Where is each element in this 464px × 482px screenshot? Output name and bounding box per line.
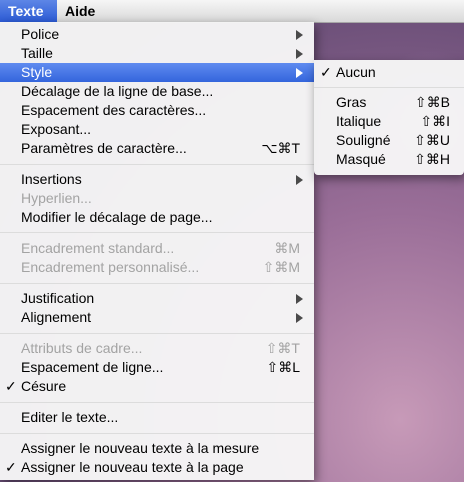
shortcut-label: ⇧⌘H <box>414 151 450 167</box>
menu-item-attributs-cadre: Attributs de cadre... ⇧⌘T <box>0 339 314 358</box>
checkmark-icon: ✓ <box>5 459 17 475</box>
menu-separator <box>0 164 314 165</box>
submenu-arrow-icon <box>296 68 303 78</box>
menubar-aide[interactable]: Aide <box>57 0 103 22</box>
checkmark-icon: ✓ <box>5 378 17 394</box>
menu-separator <box>0 333 314 334</box>
menu-item-assigner-mesure[interactable]: Assigner le nouveau texte à la mesure <box>0 439 314 458</box>
style-submenu: ✓ Aucun Gras ⇧⌘B Italique ⇧⌘I Souligné ⇧⌘U M… <box>314 60 464 175</box>
menu-item-assigner-page[interactable]: ✓ Assigner le nouveau texte à la page <box>0 458 314 477</box>
submenu-arrow-icon <box>296 30 303 40</box>
menu-item-label: Police <box>21 26 60 42</box>
menu-item-label: Modifier le décalage de page... <box>21 209 213 225</box>
submenu-item-aucun[interactable]: ✓ Aucun <box>314 63 464 82</box>
menu-item-label: Justification <box>21 290 95 306</box>
submenu-item-souligne[interactable]: Souligné ⇧⌘U <box>314 131 464 150</box>
submenu-arrow-icon <box>296 175 303 185</box>
menu-item-encadrement-personnalise: Encadrement personnalisé... ⇧⌘M <box>0 258 314 277</box>
texte-menu: Police Taille Style Décalage de la ligne… <box>0 22 314 480</box>
submenu-item-label: Masqué <box>336 151 386 167</box>
submenu-arrow-icon <box>296 313 303 323</box>
shortcut-label: ⇧⌘L <box>266 359 300 375</box>
menu-item-label: Assigner le nouveau texte à la page <box>21 459 244 475</box>
menu-item-label: Paramètres de caractère... <box>21 140 187 156</box>
menu-item-label: Alignement <box>21 309 92 325</box>
menu-item-encadrement-standard: Encadrement standard... ⌘M <box>0 239 314 258</box>
menu-separator <box>0 402 314 403</box>
menu-item-label: Espacement des caractères... <box>21 102 207 118</box>
menu-item-label: Décalage de la ligne de base... <box>21 83 214 99</box>
shortcut-label: ⇧⌘I <box>420 113 450 129</box>
shortcut-label: ⇧⌘T <box>265 340 300 356</box>
menu-item-espacement-ligne[interactable]: Espacement de ligne... ⇧⌘L <box>0 358 314 377</box>
submenu-item-label: Italique <box>336 113 382 129</box>
menu-item-exposant[interactable]: Exposant... <box>0 120 314 139</box>
shortcut-label: ⇧⌘U <box>414 132 450 148</box>
shortcut-label: ⌘M <box>274 240 300 256</box>
menu-item-label: Style <box>21 64 53 80</box>
menu-item-cesure[interactable]: ✓ Césure <box>0 377 314 396</box>
menu-item-editer-texte[interactable]: Editer le texte... <box>0 408 314 427</box>
menu-item-insertions[interactable]: Insertions <box>0 170 314 189</box>
submenu-item-italique[interactable]: Italique ⇧⌘I <box>314 112 464 131</box>
shortcut-label: ⌥⌘T <box>261 140 300 156</box>
menu-item-label: Exposant... <box>21 121 92 137</box>
menu-item-label: Taille <box>21 45 53 61</box>
menu-item-decalage-ligne-base[interactable]: Décalage de la ligne de base... <box>0 82 314 101</box>
menu-separator <box>0 433 314 434</box>
submenu-item-masque[interactable]: Masqué ⇧⌘H <box>314 150 464 169</box>
menu-item-label: Encadrement personnalisé... <box>21 259 200 275</box>
menu-item-label: Assigner le nouveau texte à la mesure <box>21 440 260 456</box>
menu-bar: Texte Aide <box>0 0 464 23</box>
menu-item-espacement-caracteres[interactable]: Espacement des caractères... <box>0 101 314 120</box>
menu-item-taille[interactable]: Taille <box>0 44 314 63</box>
menu-separator <box>0 232 314 233</box>
menu-item-justification[interactable]: Justification <box>0 289 314 308</box>
submenu-arrow-icon <box>296 294 303 304</box>
menu-item-label: Attributs de cadre... <box>21 340 143 356</box>
menu-item-label: Encadrement standard... <box>21 240 175 256</box>
menu-item-alignement[interactable]: Alignement <box>0 308 314 327</box>
menu-item-label: Insertions <box>21 171 82 187</box>
menubar-texte[interactable]: Texte <box>0 0 57 22</box>
submenu-item-label: Aucun <box>336 64 376 80</box>
menu-item-style[interactable]: Style <box>0 63 314 82</box>
menu-item-parametres-caractere[interactable]: Paramètres de caractère... ⌥⌘T <box>0 139 314 158</box>
menu-item-hyperlien: Hyperlien... <box>0 189 314 208</box>
submenu-item-label: Gras <box>336 94 367 110</box>
menu-item-police[interactable]: Police <box>0 25 314 44</box>
checkmark-icon: ✓ <box>320 64 332 80</box>
menu-item-label: Editer le texte... <box>21 409 119 425</box>
submenu-arrow-icon <box>296 49 303 59</box>
shortcut-label: ⇧⌘M <box>262 259 300 275</box>
submenu-item-label: Souligné <box>336 132 391 148</box>
menu-separator <box>314 87 464 88</box>
menu-item-modifier-decalage-page[interactable]: Modifier le décalage de page... <box>0 208 314 227</box>
menu-separator <box>0 283 314 284</box>
shortcut-label: ⇧⌘B <box>414 94 450 110</box>
submenu-item-gras[interactable]: Gras ⇧⌘B <box>314 93 464 112</box>
menu-item-label: Césure <box>21 378 67 394</box>
menu-item-label: Hyperlien... <box>21 190 92 206</box>
menu-item-label: Espacement de ligne... <box>21 359 164 375</box>
